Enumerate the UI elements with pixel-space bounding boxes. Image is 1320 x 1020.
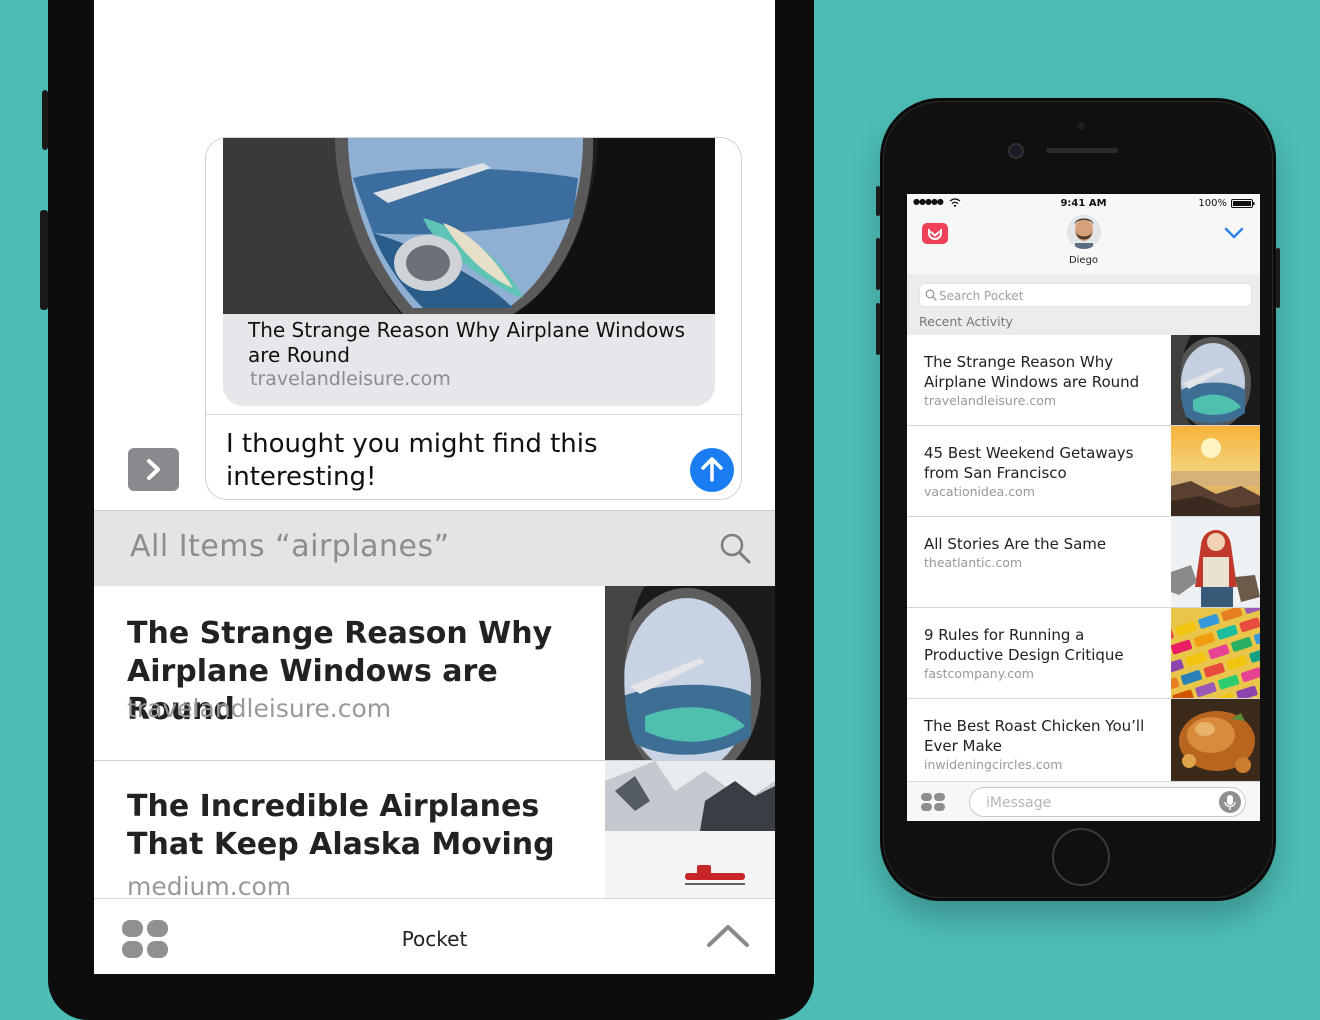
- bottom-bar: Pocket: [94, 898, 775, 974]
- item-thumbnail: [1171, 517, 1260, 607]
- message-compose-bar: [907, 781, 1260, 821]
- link-preview-source: travelandleisure.com: [250, 368, 451, 390]
- item-thumbnail: [1171, 426, 1260, 516]
- imessage-input[interactable]: [984, 792, 1208, 814]
- phone-screen: ●●●●● 9:41 AM 100% Diego Search Pocket R…: [907, 194, 1260, 821]
- item-title: 45 Best Weekend Getaways from San Franci…: [924, 444, 1134, 482]
- item-source: travelandleisure.com: [924, 393, 1057, 408]
- item-thumbnail: [605, 761, 775, 898]
- section-header: Recent Activity: [919, 314, 1013, 329]
- power-button: [1276, 248, 1280, 308]
- app-name-label: Pocket: [401, 927, 468, 951]
- item-thumbnail: [605, 586, 775, 760]
- item-source: inwideningcircles.com: [924, 757, 1063, 772]
- list-item[interactable]: All Stories Are the Same theatlantic.com: [907, 517, 1260, 608]
- pocket-logo-icon[interactable]: [922, 223, 948, 244]
- search-icon: [925, 289, 937, 301]
- item-thumbnail: [1171, 699, 1260, 781]
- zoomed-screen: The Strange Reason Why Airplane Windows …: [94, 0, 775, 974]
- divider: [206, 414, 741, 415]
- item-thumbnail: [1171, 608, 1260, 698]
- item-title: The Strange Reason Why Airplane Windows …: [924, 353, 1140, 391]
- search-icon[interactable]: [718, 531, 754, 567]
- conversation-header: ●●●●● 9:41 AM 100% Diego: [907, 194, 1260, 275]
- search-section: Search Pocket Recent Activity: [907, 274, 1260, 335]
- volume-up-button: [876, 238, 880, 290]
- item-source: theatlantic.com: [924, 555, 1023, 570]
- item-thumbnail: [1171, 335, 1260, 425]
- battery-percent: 100%: [1198, 198, 1227, 209]
- volume-down-button: [876, 303, 880, 355]
- chevron-right-icon: [147, 459, 160, 480]
- phone-bezel: ●●●●● 9:41 AM 100% Diego Search Pocket R…: [883, 101, 1273, 898]
- microphone-icon[interactable]: [1219, 791, 1241, 813]
- camera: [1008, 143, 1024, 159]
- battery-icon: [1231, 199, 1255, 208]
- status-bar: ●●●●● 9:41 AM 100%: [907, 194, 1260, 212]
- airplane-window-image: [223, 138, 715, 314]
- search-filter-bar: All Items “airplanes”: [94, 510, 775, 586]
- link-preview-title: The Strange Reason Why Airplane Windows …: [248, 318, 686, 367]
- arrow-up-icon: [701, 457, 723, 482]
- link-preview-message[interactable]: The Strange Reason Why Airplane Windows …: [205, 137, 742, 500]
- earpiece-speaker: [1046, 148, 1118, 153]
- home-button[interactable]: [1052, 828, 1110, 886]
- send-button[interactable]: [690, 448, 734, 492]
- list-item[interactable]: 9 Rules for Running a Productive Design …: [907, 608, 1260, 699]
- message-text[interactable]: I thought you might find this interestin…: [226, 428, 646, 494]
- mute-switch: [876, 186, 880, 216]
- list-item[interactable]: The Strange Reason Why Airplane Windows …: [94, 586, 775, 761]
- item-title: The Best Roast Chicken You’ll Ever Make: [924, 717, 1145, 755]
- item-source: vacationidea.com: [924, 484, 1035, 499]
- item-source: medium.com: [127, 872, 292, 901]
- item-title: The Incredible Airplanes That Keep Alask…: [127, 789, 555, 862]
- avatar[interactable]: [1067, 215, 1101, 249]
- link-preview-caption: The Strange Reason Why Airplane Windows …: [223, 314, 715, 406]
- search-input[interactable]: Search Pocket: [919, 283, 1252, 307]
- item-source: fastcompany.com: [924, 666, 1034, 681]
- item-source: travelandleisure.com: [127, 694, 392, 723]
- chevron-down-icon[interactable]: [1223, 226, 1245, 240]
- volume-button: [40, 210, 48, 310]
- side-button: [42, 90, 48, 150]
- phone-frame: ●●●●● 9:41 AM 100% Diego Search Pocket R…: [876, 98, 1280, 901]
- list-item[interactable]: The Incredible Airplanes That Keep Alask…: [94, 761, 775, 901]
- list-item[interactable]: 45 Best Weekend Getaways from San Franci…: [907, 426, 1260, 517]
- sensor: [1077, 122, 1085, 130]
- item-title: 9 Rules for Running a Productive Design …: [924, 626, 1124, 664]
- filter-label: All Items “airplanes”: [130, 529, 450, 564]
- list-item[interactable]: The Best Roast Chicken You’ll Ever Make …: [907, 699, 1260, 781]
- item-title: All Stories Are the Same: [924, 535, 1107, 553]
- imessage-field[interactable]: [969, 787, 1246, 817]
- chevron-up-icon[interactable]: [706, 921, 750, 949]
- list-item[interactable]: The Strange Reason Why Airplane Windows …: [907, 335, 1260, 426]
- apps-grid-icon[interactable]: [921, 793, 947, 813]
- search-placeholder: Search Pocket: [939, 289, 1024, 303]
- contact-name: Diego: [1068, 255, 1099, 266]
- expand-apps-button[interactable]: [128, 448, 179, 491]
